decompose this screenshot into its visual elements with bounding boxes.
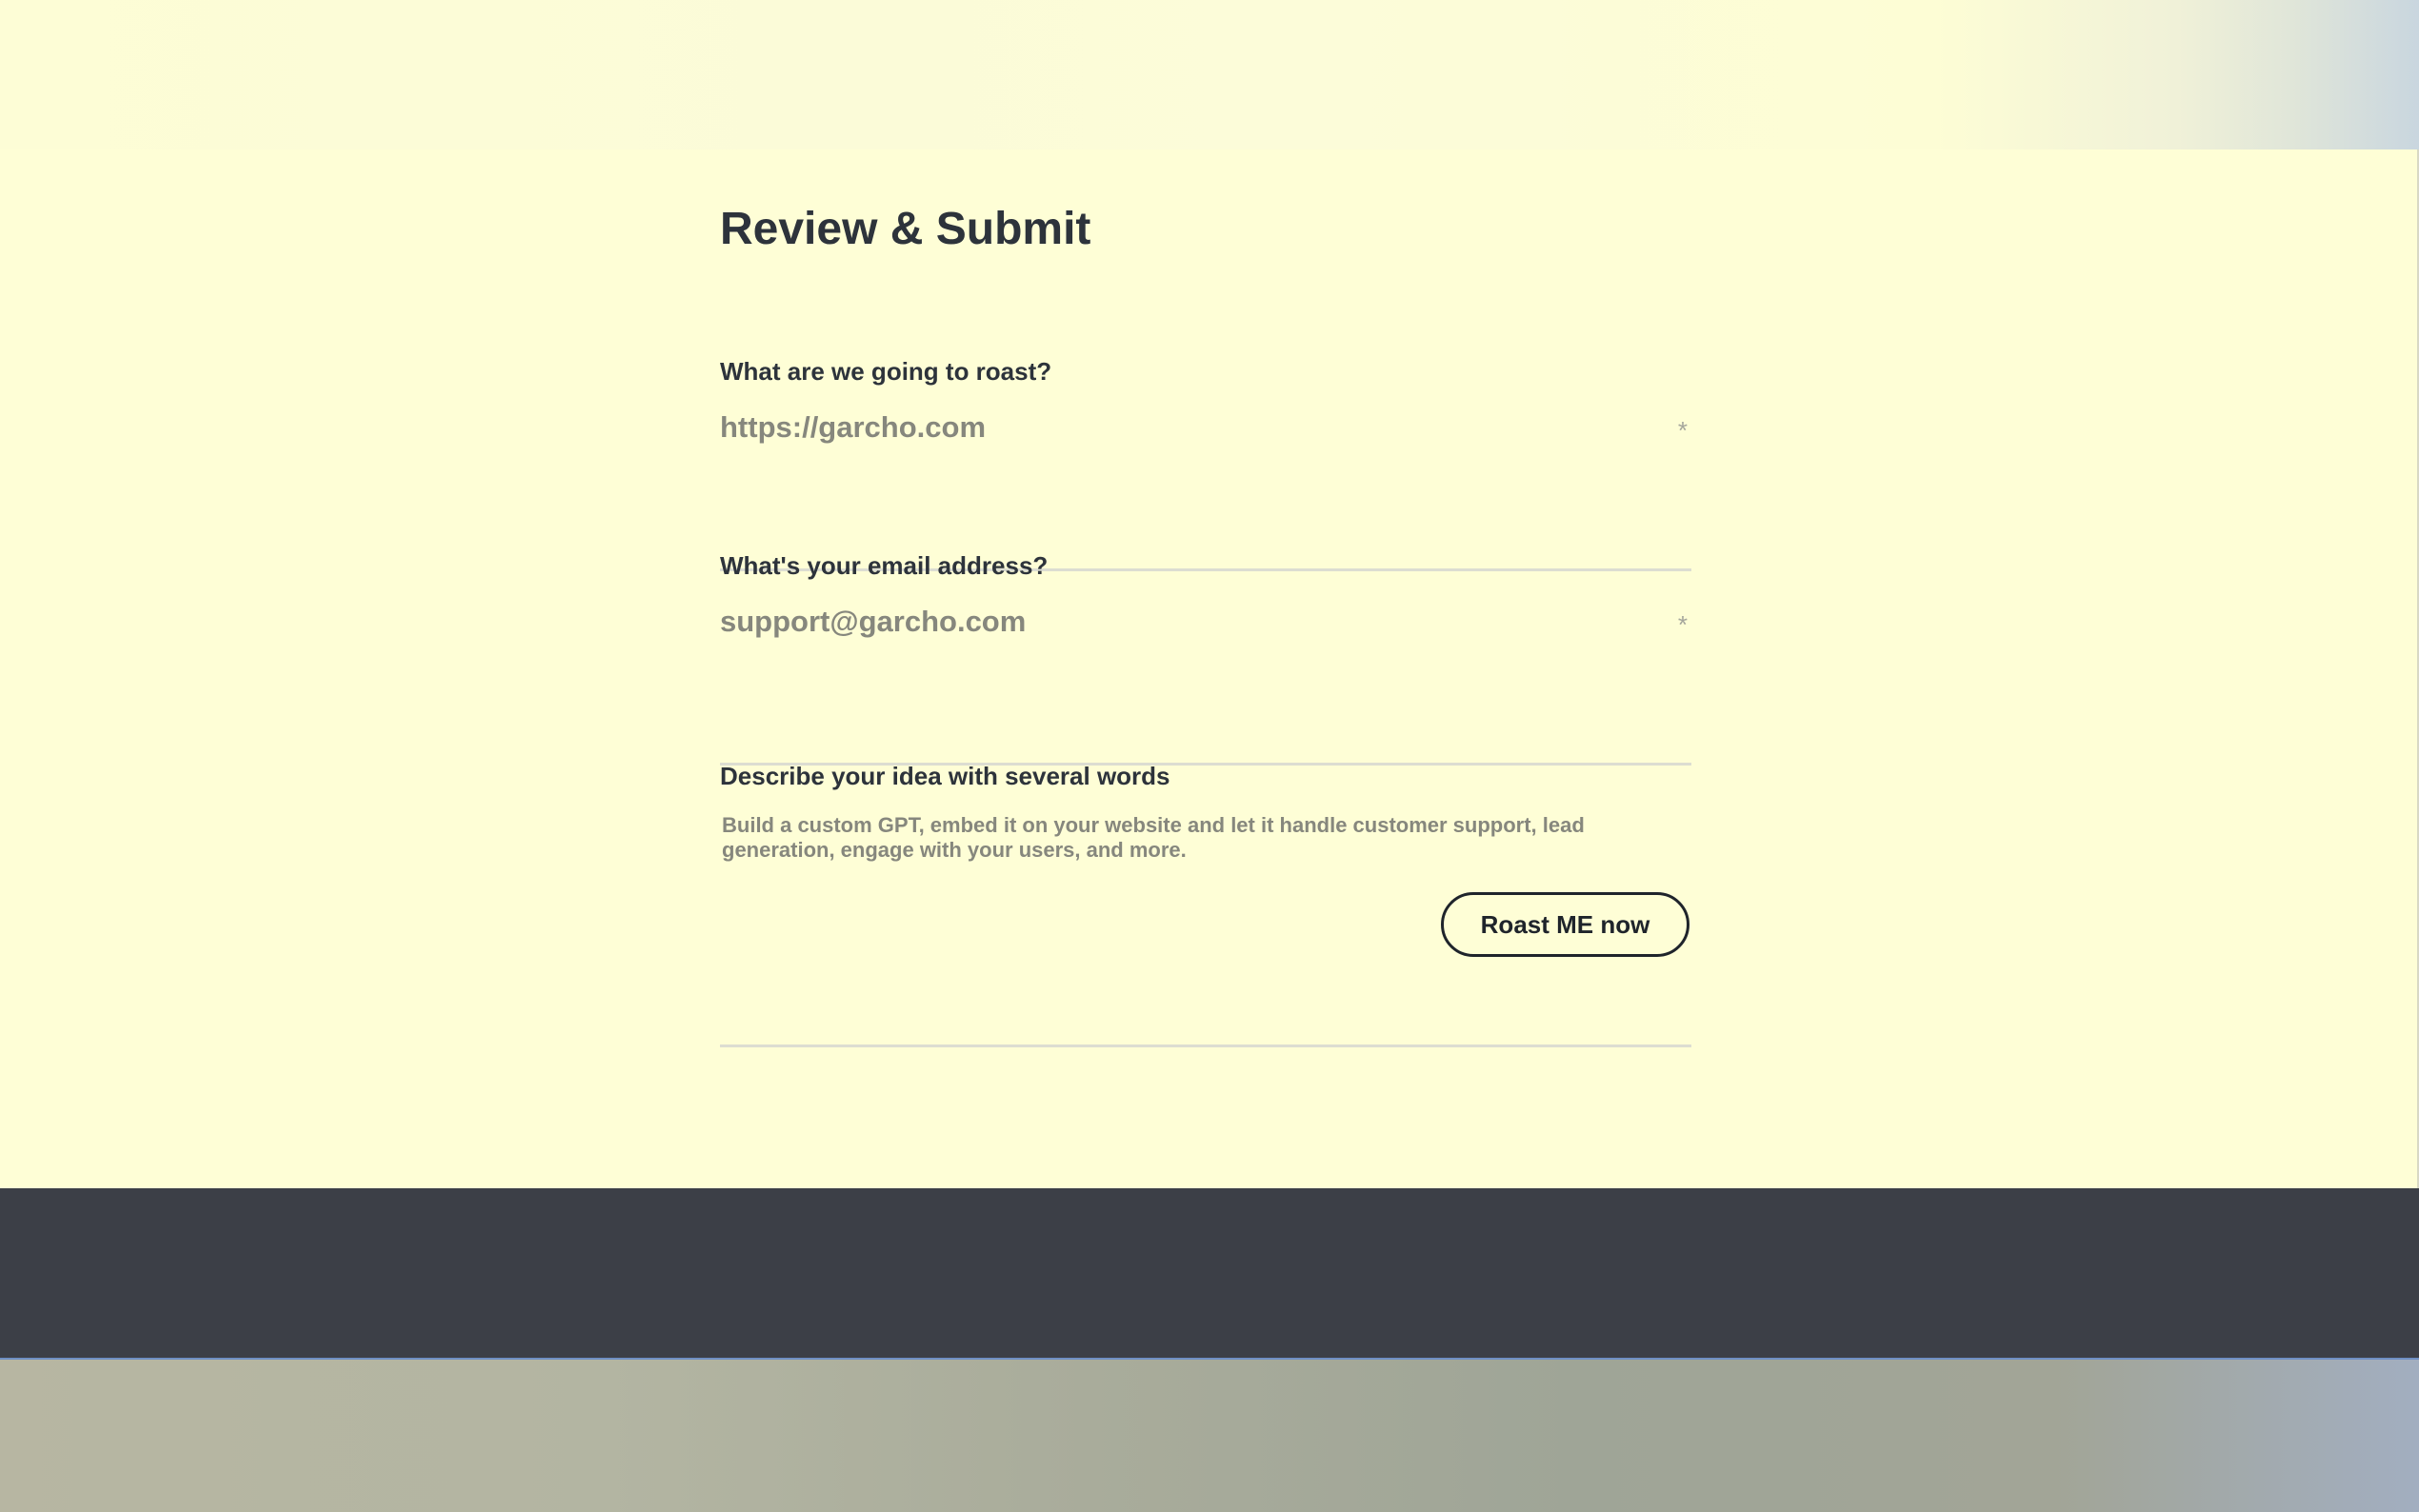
email-field-group: What's your email address? * xyxy=(720,551,1691,766)
required-asterisk-icon: * xyxy=(1677,610,1688,639)
idea-field-label: Describe your idea with several words xyxy=(720,762,1170,790)
top-background-band xyxy=(0,0,2419,149)
url-field-group: What are we going to roast? * xyxy=(720,357,1691,571)
page-title: Review & Submit xyxy=(720,204,1091,254)
email-input[interactable] xyxy=(720,603,1634,641)
url-field-label: What are we going to roast? xyxy=(720,357,1052,386)
email-field-label: What's your email address? xyxy=(720,551,1049,580)
bottom-background-band xyxy=(0,1360,2419,1512)
url-input[interactable] xyxy=(720,408,1634,447)
form-section: Review & Submit What are we going to roa… xyxy=(0,149,2419,1188)
footer xyxy=(0,1188,2419,1360)
required-asterisk-icon: * xyxy=(1677,416,1688,445)
roast-me-now-button[interactable]: Roast ME now xyxy=(1441,892,1689,957)
